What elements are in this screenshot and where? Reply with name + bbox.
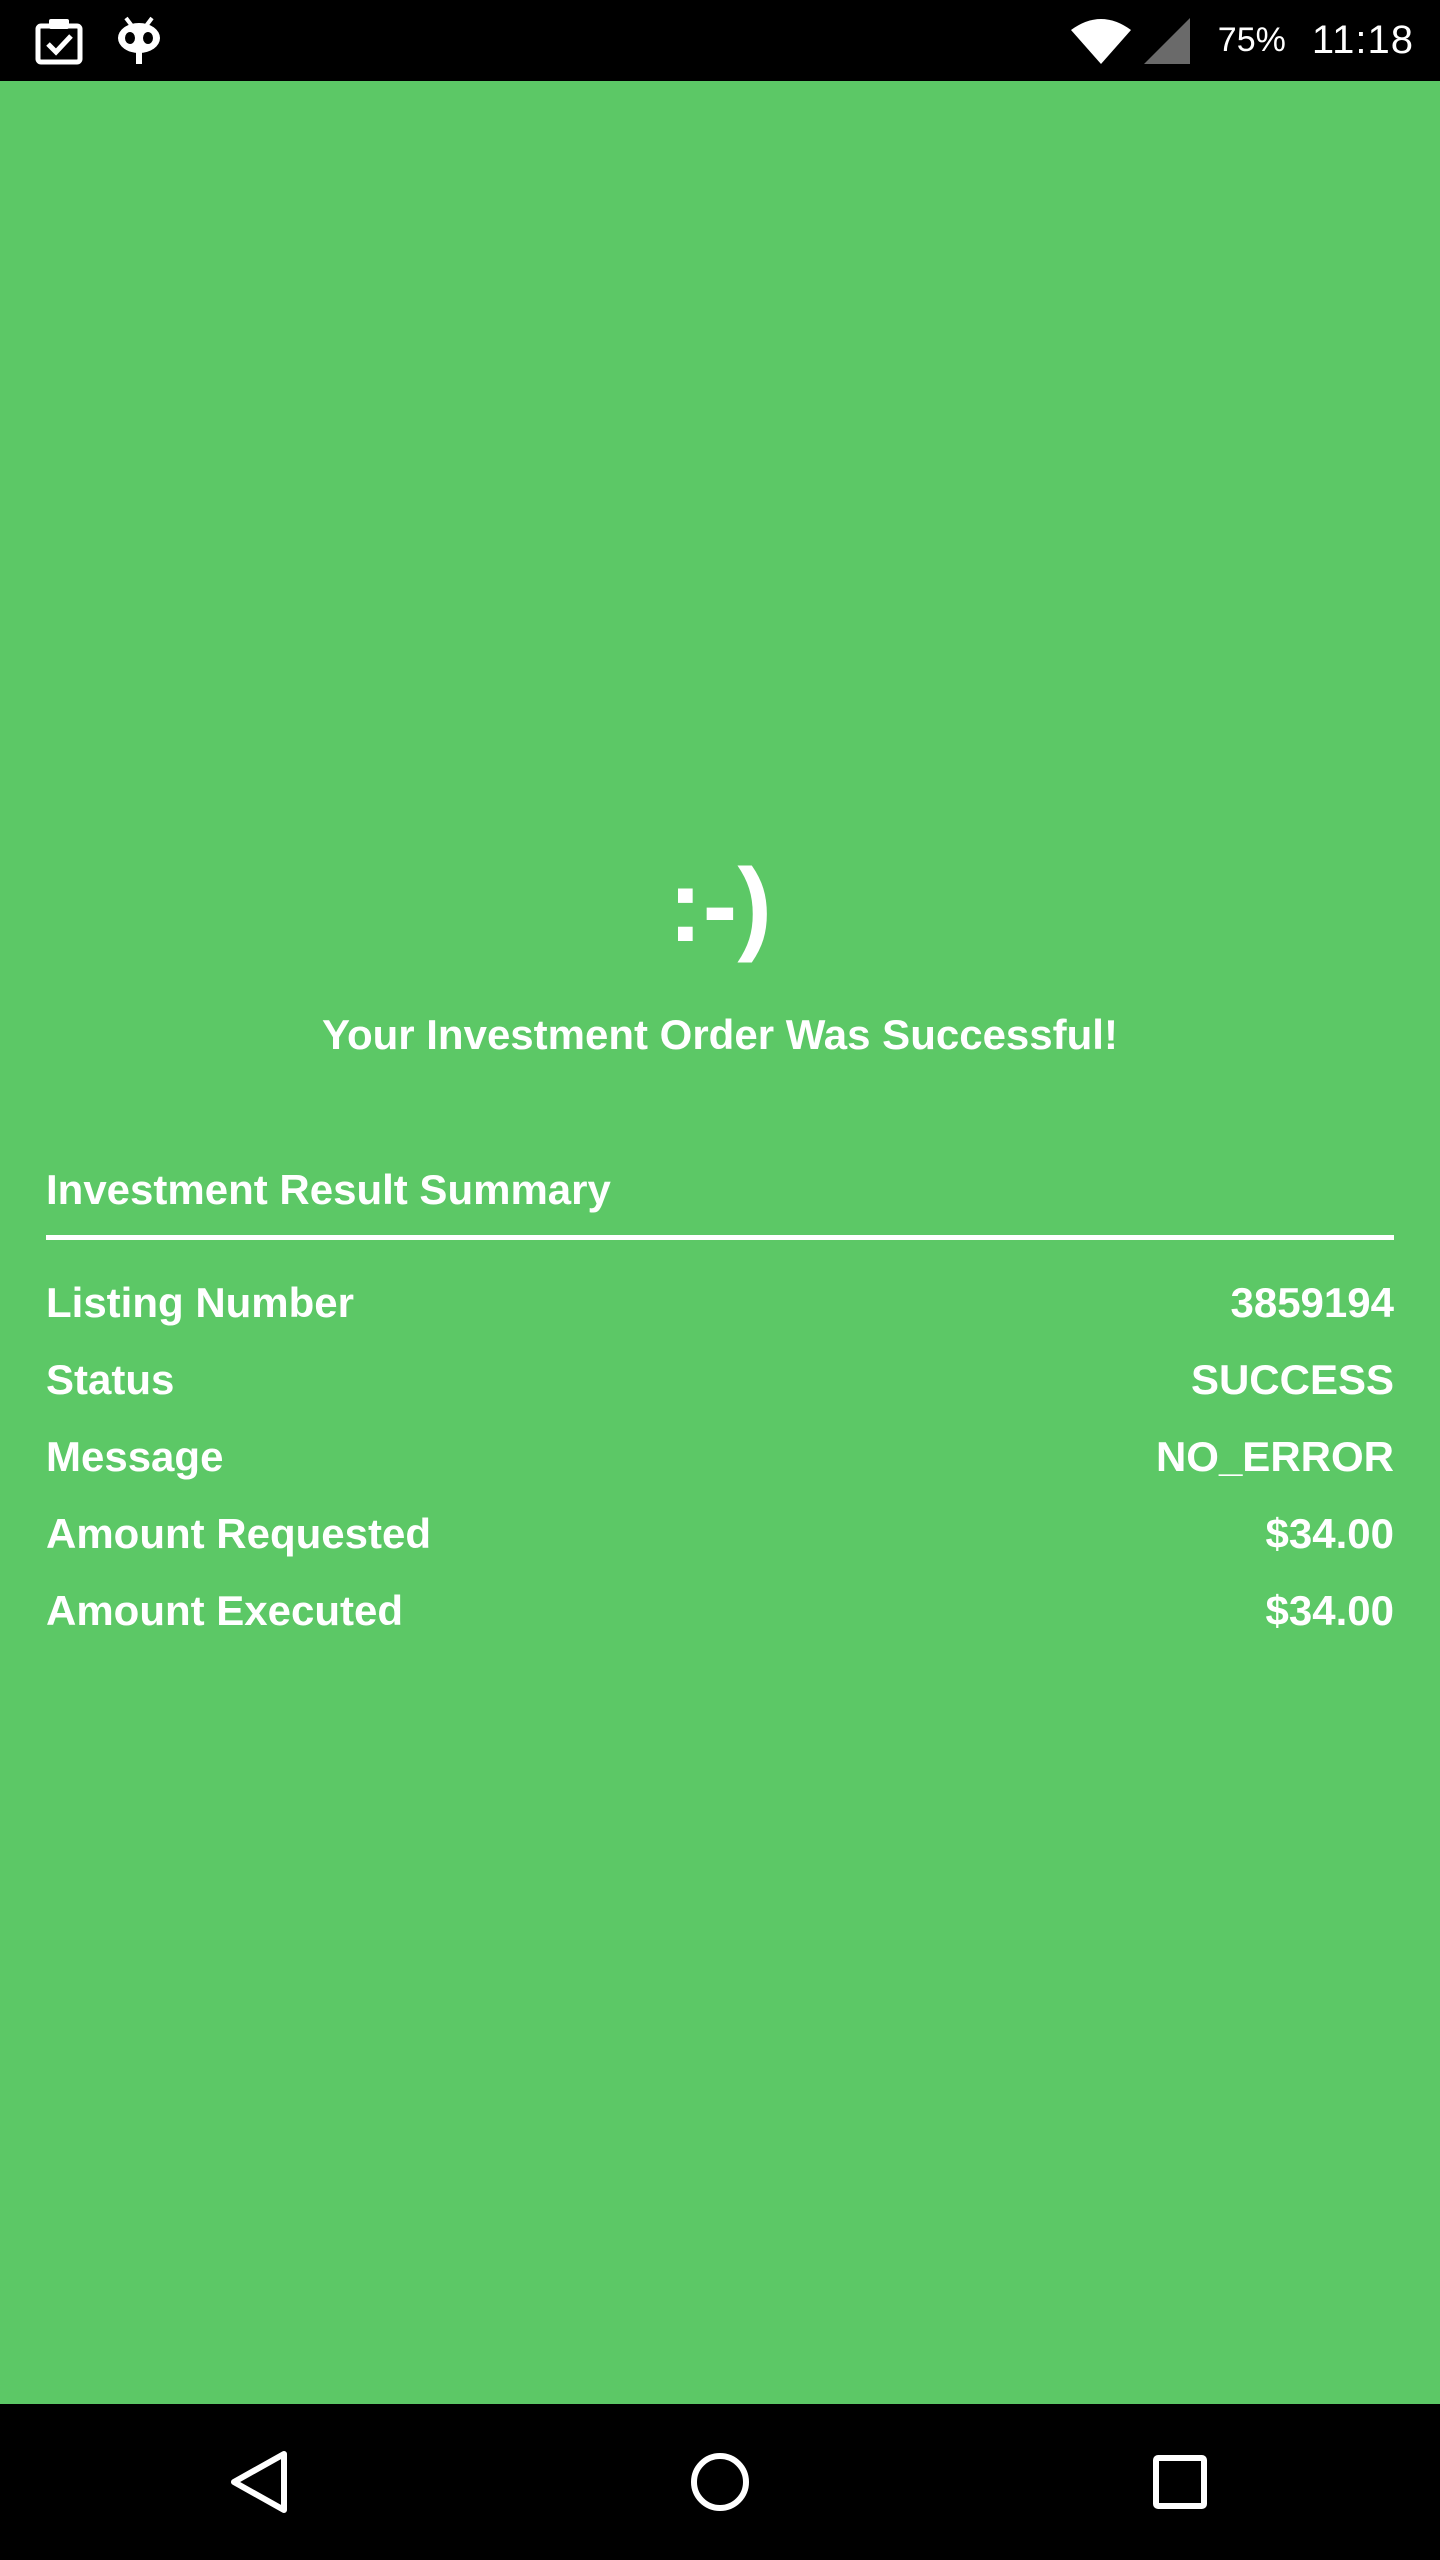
home-icon[interactable] (680, 2442, 760, 2522)
summary-row-label: Amount Requested (46, 1509, 432, 1557)
screen: 75% 11:18 :-) Your Investment Order Was … (0, 0, 1440, 2560)
summary-row-message: Message NO_ERROR (46, 1418, 1394, 1495)
recents-icon[interactable] (1140, 2442, 1220, 2522)
investment-summary: Investment Result Summary Listing Number… (46, 1169, 1394, 1649)
summary-row-label: Listing Number (46, 1278, 355, 1326)
summary-row-value: $34.00 (1265, 1586, 1394, 1634)
summary-row-label: Status (46, 1355, 175, 1403)
summary-title: Investment Result Summary (46, 1166, 611, 1213)
summary-row-value: NO_ERROR (1155, 1432, 1394, 1480)
back-icon[interactable] (222, 2442, 302, 2522)
summary-row-value: 3859194 (1230, 1278, 1394, 1326)
summary-row-label: Message (46, 1432, 224, 1480)
cellular-signal-icon (1143, 17, 1190, 64)
clipboard-check-icon (35, 19, 83, 65)
summary-row-value: SUCCESS (1190, 1355, 1394, 1403)
wifi-icon (1070, 18, 1131, 64)
smiley-emoticon: :-) (668, 848, 772, 964)
summary-row-amount-requested: Amount Requested $34.00 (46, 1495, 1394, 1572)
robot-icon (118, 16, 160, 64)
status-left-icons (34, 14, 164, 66)
summary-row-listing-number: Listing Number 3859194 (46, 1264, 1394, 1341)
navigation-bar (0, 2404, 1440, 2560)
summary-row-status: Status SUCCESS (46, 1341, 1394, 1418)
success-message: Your Investment Order Was Successful! (322, 1011, 1118, 1058)
summary-divider (46, 1235, 1394, 1240)
summary-row-label: Amount Executed (46, 1586, 404, 1634)
result-screen: :-) Your Investment Order Was Successful… (0, 81, 1440, 2404)
summary-row-amount-executed: Amount Executed $34.00 (46, 1572, 1394, 1649)
status-right-icons: 75% 11:18 (1070, 0, 1414, 81)
summary-row-value: $34.00 (1265, 1509, 1394, 1557)
clock: 11:18 (1311, 18, 1414, 62)
status-bar: 75% 11:18 (0, 0, 1440, 81)
battery-percentage: 75% (1217, 21, 1286, 59)
